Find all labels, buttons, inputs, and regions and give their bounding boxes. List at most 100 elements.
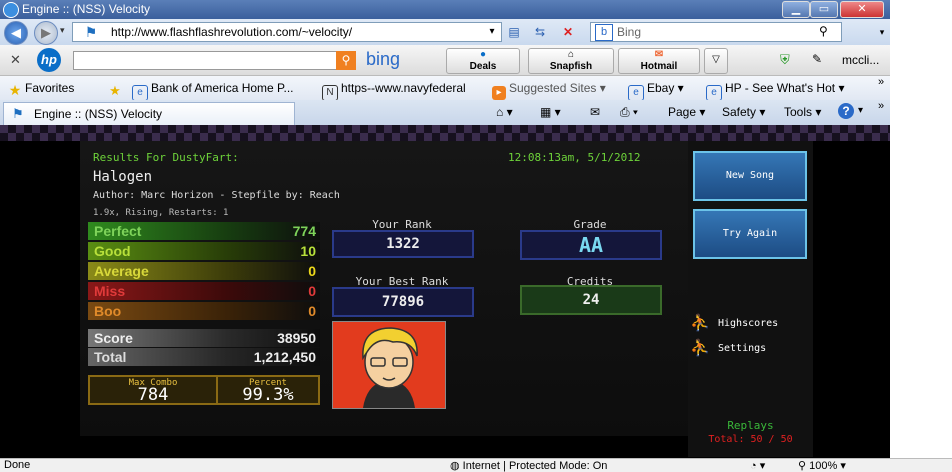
navy-federal-icon: N	[322, 85, 338, 101]
address-bar: ◀ ▶ ▾ ⚑ http://www.flashflashrevolution.…	[0, 19, 890, 45]
fav-label: https--www.navyfederal	[341, 81, 466, 95]
judge-row-miss: Miss 0	[88, 282, 320, 300]
site-favicon-icon: ⚑	[84, 24, 98, 40]
fav-item-hp-whats-hot[interactable]: e HP - See What's Hot ▾	[706, 81, 844, 101]
search-field[interactable]: b Bing ⚲	[590, 22, 842, 42]
toolbar-more-button[interactable]: ▽	[704, 48, 728, 74]
settings-link[interactable]: ⛹ Settings	[690, 338, 806, 358]
stop-icon[interactable]: ✕	[560, 24, 576, 40]
try-again-button[interactable]: Try Again	[693, 209, 807, 259]
judge-label: Good	[94, 243, 131, 259]
deals-label: Deals	[469, 61, 497, 72]
results-timestamp: 12:08:13am, 5/1/2012	[508, 151, 641, 164]
replays-total: Total: 50 / 50	[708, 434, 793, 445]
bing-logo-icon: b	[595, 24, 613, 41]
help-dropdown-icon[interactable]: ▾	[858, 105, 863, 116]
zoom-label: 100%	[809, 460, 838, 472]
wrench-icon[interactable]: ✎	[812, 52, 822, 66]
song-title: Halogen	[93, 169, 153, 185]
snapfish-label: Snapfish	[549, 61, 593, 72]
favorites-label: Favorites	[25, 81, 75, 95]
command-overflow-icon[interactable]: »	[878, 100, 884, 112]
zone-label: Internet | Protected Mode: On	[462, 460, 608, 472]
ie-logo-icon	[3, 2, 19, 18]
status-text: Done	[4, 459, 31, 471]
zoom-control[interactable]: ⚲ 100% ▾	[798, 459, 846, 472]
forward-button[interactable]: ▶	[34, 21, 58, 45]
new-song-button[interactable]: New Song	[693, 151, 807, 201]
deals-button[interactable]: ● Deals	[446, 48, 520, 74]
maximize-button[interactable]: ▭	[810, 1, 838, 18]
fav-label: Suggested Sites ▾	[509, 81, 606, 95]
results-for-label: Results For DustyFart:	[93, 151, 239, 164]
tab-bar: ⚑ Engine :: (NSS) Velocity ⌂ ▾ ▦ ▾ ✉ ⎙ ▾…	[0, 100, 890, 126]
fav-label: Ebay ▾	[647, 81, 684, 95]
url-dropdown-icon[interactable]: ▾	[484, 24, 500, 40]
tools-menu[interactable]: Tools ▾	[784, 105, 821, 119]
fav-item-ebay[interactable]: e Ebay ▾	[628, 81, 684, 101]
search-icon[interactable]: ⚲	[819, 24, 828, 38]
judge-row-average: Average 0	[88, 262, 320, 280]
favorites-star-icon: ★	[8, 82, 22, 98]
play-mods: 1.9x, Rising, Restarts: 1	[93, 208, 229, 218]
replays-label[interactable]: Replays	[688, 419, 813, 432]
mail-icon[interactable]: ✉	[590, 105, 600, 119]
tab-title: Engine :: (NSS) Velocity	[34, 107, 163, 121]
judge-value: 0	[308, 263, 316, 279]
total-label: Total	[94, 349, 127, 365]
search-dropdown-icon[interactable]: ▾	[874, 24, 890, 40]
score-label: Score	[94, 330, 133, 346]
hp-deals-icon: ●	[479, 49, 487, 60]
page-menu[interactable]: Page ▾	[668, 105, 705, 119]
highscores-link[interactable]: ⛹ Highscores	[690, 313, 806, 333]
protected-mode-icon[interactable]: ◔ ▾	[750, 459, 765, 472]
percent-box: Percent 99.3%	[216, 375, 320, 405]
help-icon[interactable]: ?	[838, 103, 854, 119]
hp-search-input[interactable]	[73, 51, 337, 70]
home-icon[interactable]: ⌂ ▾	[496, 105, 513, 119]
url-text: http://www.flashflashrevolution.com/~vel…	[111, 25, 353, 39]
max-combo-box: Max Combo 784	[88, 375, 218, 405]
game-area: Results For DustyFart: 12:08:13am, 5/1/2…	[0, 125, 890, 458]
judge-value: 0	[308, 283, 316, 299]
compat-view-icon[interactable]: ▤	[506, 24, 522, 40]
ie-page-icon: e	[706, 85, 722, 101]
suggested-sites-icon: ▸	[492, 86, 506, 100]
your-rank-value: 1322	[332, 230, 474, 258]
fav-item-navyfederal[interactable]: Nhttps--www.navyfederal	[322, 81, 466, 101]
credits-value: 24	[520, 285, 662, 315]
history-dropdown-icon[interactable]: ▾	[60, 25, 65, 36]
judge-label: Perfect	[94, 223, 142, 239]
hotmail-icon: ✉	[654, 49, 664, 60]
favorites-overflow-icon[interactable]: »	[878, 76, 884, 88]
window-title-bar: Engine :: (NSS) Velocity ▁ ▭ ✕	[0, 0, 890, 19]
feeds-icon[interactable]: ▦ ▾	[540, 105, 561, 119]
safety-menu[interactable]: Safety ▾	[722, 105, 765, 119]
hp-user-name[interactable]: mccli...	[842, 53, 879, 67]
favorites-bar: ★ Favorites ★ e Bank of America Home P... …	[0, 76, 890, 101]
close-toolbar-icon[interactable]: ✕	[10, 52, 21, 68]
total-row: Total 1,212,450	[88, 348, 320, 366]
snapfish-button[interactable]: ⌂ Snapfish	[528, 48, 614, 74]
fav-item-bank-of-america[interactable]: e Bank of America Home P...	[132, 81, 294, 101]
url-field[interactable]: ⚑ http://www.flashflashrevolution.com/~v…	[72, 22, 502, 42]
refresh-icon[interactable]: ⇆	[532, 24, 548, 40]
judge-label: Miss	[94, 283, 126, 299]
print-icon[interactable]: ⎙ ▾	[620, 105, 638, 120]
score-value: 38950	[277, 330, 316, 346]
tab-engine[interactable]: ⚑ Engine :: (NSS) Velocity	[3, 102, 295, 125]
song-author-line: Author: Marc Horizon - Stepfile by: Reac…	[93, 190, 340, 201]
fav-item-suggested-sites[interactable]: ▸ Suggested Sites ▾	[492, 81, 606, 100]
hp-logo-icon[interactable]: hp	[37, 48, 61, 72]
shield-icon[interactable]: ⛨	[780, 52, 790, 68]
globe-icon: ◍	[450, 460, 460, 472]
hotmail-button[interactable]: ✉ Hotmail	[618, 48, 700, 74]
hp-search-button[interactable]: ⚲	[336, 51, 356, 70]
favorites-button[interactable]: ★ Favorites	[8, 81, 75, 98]
back-button[interactable]: ◀	[4, 21, 28, 45]
judge-value: 774	[292, 223, 316, 239]
minimize-button[interactable]: ▁	[782, 1, 810, 18]
close-window-button[interactable]: ✕	[840, 1, 884, 18]
snapfish-icon: ⌂	[567, 49, 575, 60]
add-favorites-icon[interactable]: ★	[108, 81, 125, 98]
